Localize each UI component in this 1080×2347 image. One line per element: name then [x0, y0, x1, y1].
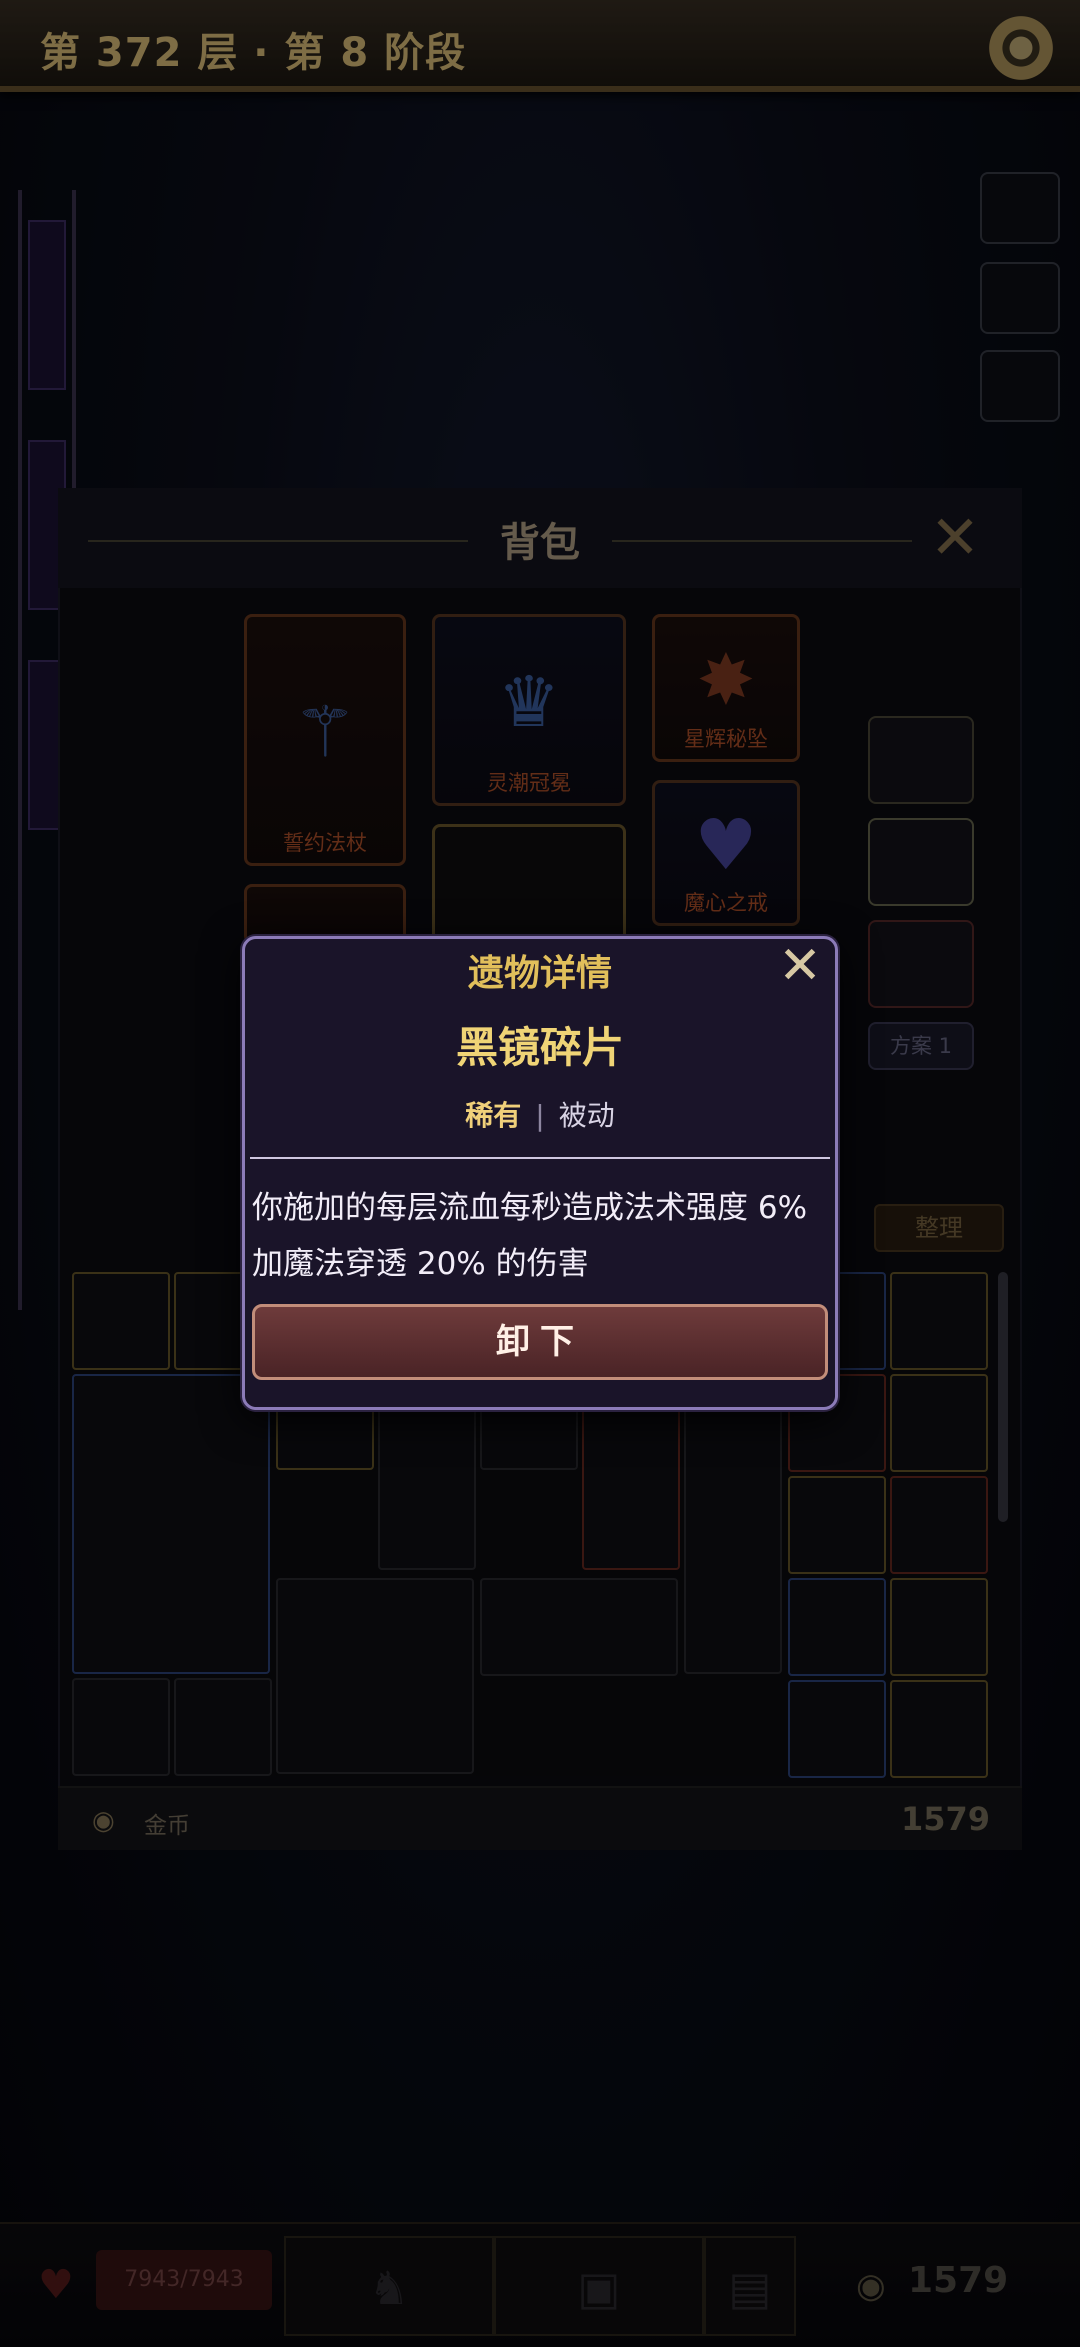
tag-separator: |: [535, 1099, 545, 1132]
relic-description: 你施加的每层流血每秒造成法术强度 6% 加魔法穿透 20% 的伤害: [252, 1190, 808, 1282]
relic-tags: 稀有 | 被动: [270, 1094, 810, 1134]
dialog-title: 遗物详情: [467, 953, 612, 994]
unequip-button[interactable]: 卸下: [252, 1304, 828, 1380]
rarity-badge: 稀有: [465, 1099, 522, 1132]
dialog-divider: [250, 1157, 830, 1159]
relic-type: 被动: [558, 1099, 615, 1132]
close-icon[interactable]: ✕: [770, 938, 830, 994]
relic-name: 黑镜碎片: [455, 1023, 624, 1072]
